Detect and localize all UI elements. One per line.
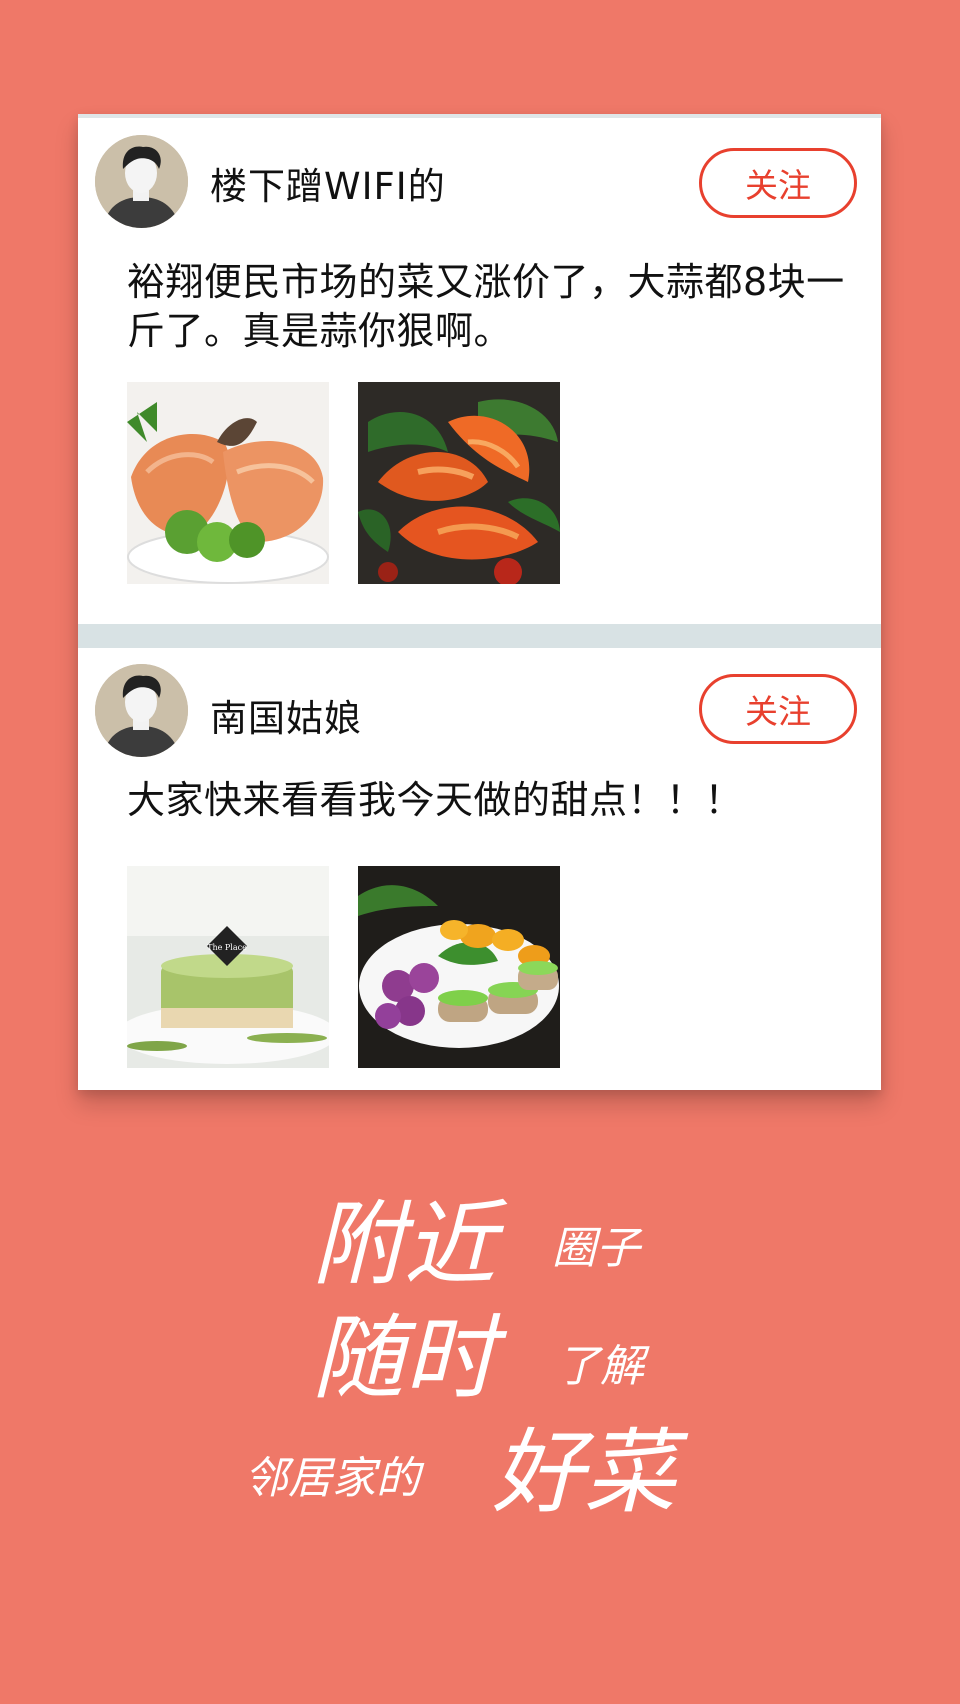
- follow-button[interactable]: 关注: [699, 148, 857, 218]
- post-divider: [78, 624, 881, 648]
- slogan-line2-emphasis: 随时: [312, 1305, 497, 1412]
- user-avatar[interactable]: [95, 135, 188, 228]
- dessert-platter-photo[interactable]: [358, 866, 560, 1068]
- slogan-line2-suffix: 了解: [556, 1341, 644, 1392]
- feed-post: 楼下蹭WIFI的 关注 裕翔便民市场的菜又涨价了，大蒜都8块一斤了。真是蒜你狠啊…: [78, 118, 881, 624]
- follow-button[interactable]: 关注: [699, 674, 857, 744]
- feed-post: 南国姑娘 关注 大家快来看看我今天做的甜点！！！ The Place: [78, 648, 881, 1090]
- person-icon: [95, 664, 188, 757]
- username[interactable]: 南国姑娘: [210, 688, 362, 742]
- user-avatar[interactable]: [95, 664, 188, 757]
- feed-card: 楼下蹭WIFI的 关注 裕翔便民市场的菜又涨价了，大蒜都8块一斤了。真是蒜你狠啊…: [78, 114, 881, 1090]
- slogan-line3-emphasis: 好菜: [492, 1419, 677, 1526]
- matcha-cake-photo[interactable]: The Place: [127, 866, 329, 1068]
- username[interactable]: 楼下蹭WIFI的: [210, 156, 446, 210]
- post-text: 裕翔便民市场的菜又涨价了，大蒜都8块一斤了。真是蒜你狠啊。: [127, 260, 845, 353]
- post-text: 大家快来看看我今天做的甜点！！！: [127, 778, 744, 822]
- slogan-line3-prefix: 邻居家的: [244, 1453, 420, 1504]
- spicy-shrimp-photo[interactable]: [358, 382, 560, 584]
- cake-tag-caption: The Place: [207, 943, 247, 952]
- person-icon: [95, 135, 188, 228]
- slogan-line1-suffix: 圈子: [552, 1223, 640, 1274]
- salmon-steak-photo[interactable]: [127, 382, 329, 584]
